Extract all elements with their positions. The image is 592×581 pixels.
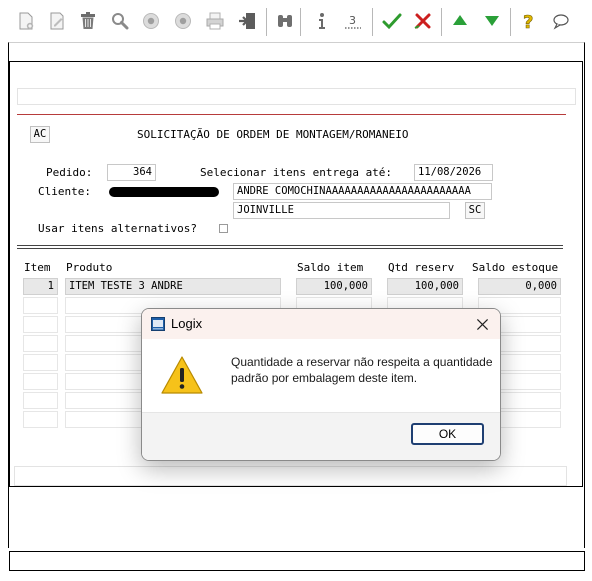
find-icon[interactable]	[273, 9, 297, 33]
col-header-saldo-estoque: Saldo estoque	[472, 261, 559, 274]
grid-cell-produto[interactable]: ITEM TESTE 3 ANDRE	[65, 278, 281, 295]
print-icon[interactable]	[203, 9, 227, 33]
svg-text:?: ?	[523, 12, 533, 32]
grid-empty-cell[interactable]	[23, 297, 58, 314]
svg-text:3: 3	[349, 14, 356, 27]
title-divider	[17, 114, 566, 115]
dialog-message: Quantidade a reservar não respeita a qua…	[231, 355, 493, 385]
delete-icon[interactable]	[76, 9, 100, 33]
grid-empty-cell[interactable]	[23, 335, 58, 352]
alternativos-label: Usar itens alternativos?	[38, 222, 197, 235]
toolbar-separator	[441, 8, 442, 36]
search-icon[interactable]	[108, 9, 132, 33]
cliente-code-redacted	[109, 187, 219, 197]
toolbar-separator	[372, 8, 373, 36]
grid-empty-cell[interactable]	[23, 411, 58, 428]
col-header-saldo-item: Saldo item	[297, 261, 364, 274]
toolbar-separator	[300, 8, 301, 36]
separator-line	[17, 245, 563, 249]
close-icon[interactable]	[471, 313, 493, 335]
uf-field[interactable]: SC	[465, 202, 485, 219]
entrega-date-field[interactable]: 11/08/2026	[414, 164, 493, 181]
status-bar	[9, 551, 585, 571]
reports-icon[interactable]: 3	[341, 9, 365, 33]
toolbar-separator	[510, 8, 511, 36]
dialog-titlebar[interactable]: Logix	[142, 309, 500, 339]
chat-icon[interactable]	[549, 9, 573, 33]
grid-cell-qtd-reserv[interactable]: 100,000	[387, 278, 463, 295]
down-icon[interactable]	[480, 9, 504, 33]
cidade-field[interactable]: JOINVILLE	[233, 202, 450, 219]
message-dialog: Logix Quantidade a reservar não respeita…	[141, 308, 501, 461]
grid-cell-saldo-item[interactable]: 100,000	[296, 278, 372, 295]
grid-empty-cell[interactable]	[23, 373, 58, 390]
form-title: SOLICITAÇÃO DE ORDEM DE MONTAGEM/ROMANEI…	[137, 128, 409, 141]
alternativos-checkbox[interactable]	[219, 224, 228, 233]
grid-empty-cell[interactable]	[23, 354, 58, 371]
grid-cell-saldo-estoque[interactable]: 0,000	[478, 278, 561, 295]
previous-icon[interactable]	[139, 9, 163, 33]
pedido-field[interactable]: 364	[107, 164, 156, 181]
app-window-icon	[151, 316, 165, 331]
grid-empty-cell[interactable]	[23, 392, 58, 409]
grid-cell-item[interactable]: 1	[23, 278, 58, 295]
footer-strip	[14, 466, 567, 486]
dialog-title: Logix	[171, 316, 203, 331]
grid-empty-cell[interactable]	[23, 316, 58, 333]
edit-icon[interactable]	[45, 9, 69, 33]
toolbar: 3 ?	[0, 0, 592, 42]
top-strip	[17, 88, 576, 105]
col-header-qtd-reserv: Qtd reserv	[388, 261, 455, 274]
toolbar-separator	[266, 8, 267, 36]
cancel-icon[interactable]	[411, 9, 435, 33]
exit-icon[interactable]	[236, 9, 260, 33]
confirm-icon[interactable]	[380, 9, 404, 33]
entrega-label: Selecionar itens entrega até:	[200, 166, 393, 179]
dialog-body: Quantidade a reservar não respeita a qua…	[142, 339, 500, 412]
new-icon[interactable]	[14, 9, 38, 33]
col-header-item: Item	[24, 261, 51, 274]
info-icon[interactable]	[310, 9, 334, 33]
warning-icon	[160, 355, 204, 395]
help-icon[interactable]: ?	[517, 9, 541, 33]
pedido-label: Pedido:	[46, 166, 93, 179]
mode-indicator: AC	[30, 126, 50, 143]
dialog-footer: OK	[142, 412, 500, 460]
ok-button[interactable]: OK	[411, 423, 484, 445]
cliente-name-field[interactable]: ANDRE COMOCHINAAAAAAAAAAAAAAAAAAAAAAA	[233, 183, 492, 200]
up-icon[interactable]	[448, 9, 472, 33]
col-header-produto: Produto	[66, 261, 113, 274]
next-icon[interactable]	[171, 9, 195, 33]
cliente-label: Cliente:	[38, 185, 91, 198]
